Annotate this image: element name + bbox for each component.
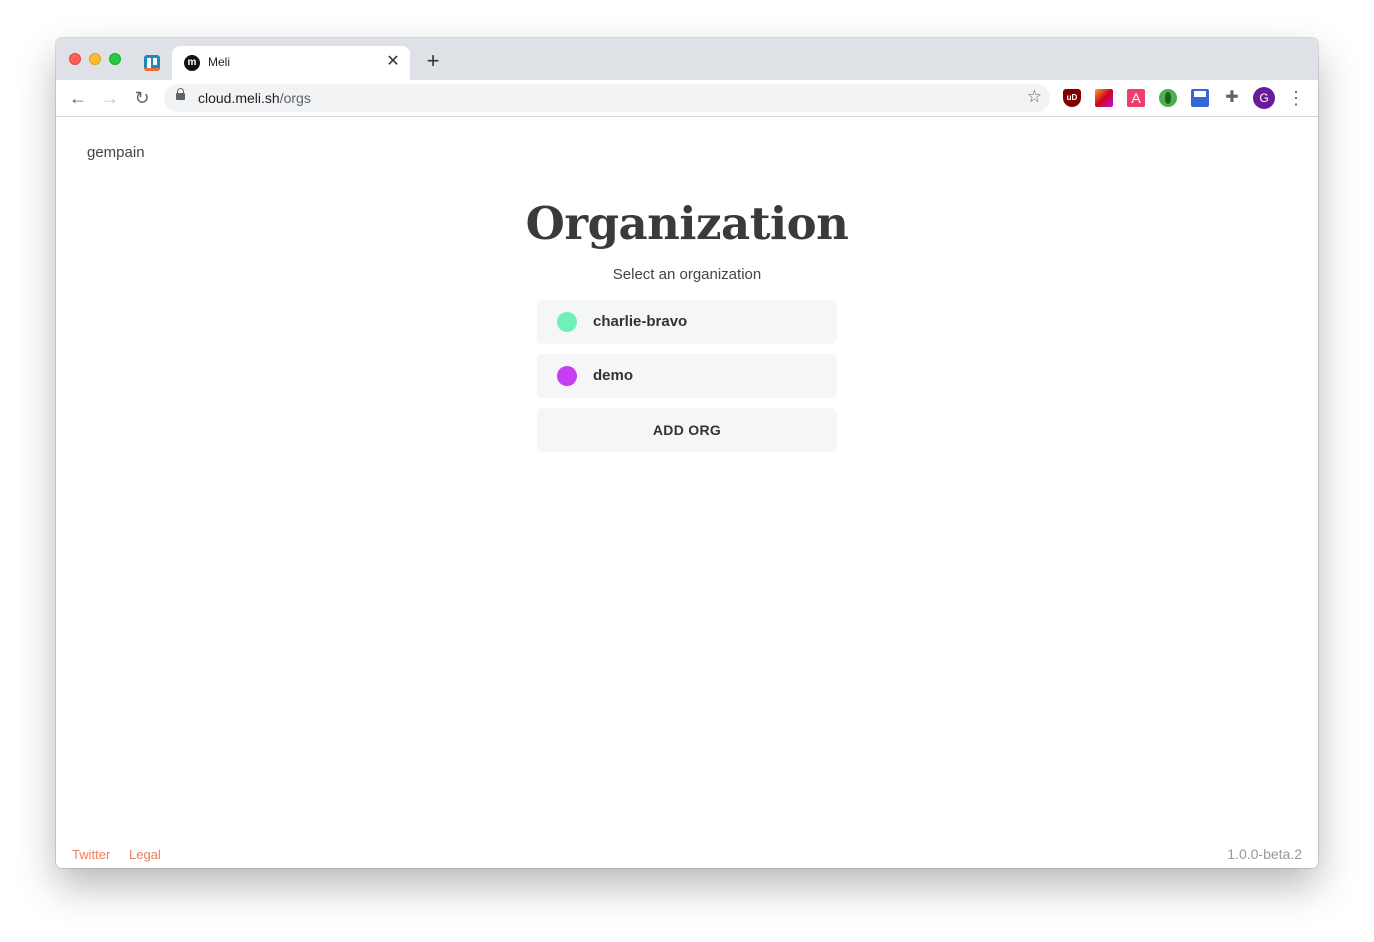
org-item-charlie-bravo[interactable]: charlie-bravo <box>537 300 837 344</box>
url-text[interactable]: cloud.meli.sh/orgs <box>198 90 311 106</box>
minimize-window-button[interactable] <box>89 53 101 65</box>
org-name: charlie-bravo <box>593 313 688 330</box>
pinned-tab-trello-icon[interactable] <box>144 55 160 71</box>
address-bar[interactable]: cloud.meli.sh/orgs ☆ <box>164 84 1050 112</box>
org-color-dot <box>557 312 577 332</box>
user-menu[interactable]: gempain <box>87 144 145 161</box>
meli-favicon-icon: m <box>184 55 200 71</box>
extensions-puzzle-icon[interactable]: ✚ <box>1223 89 1241 107</box>
leaf-extension-icon[interactable] <box>1159 89 1177 107</box>
org-list: charlie-bravo demo ADD ORG <box>537 300 837 452</box>
bookmark-star-icon[interactable]: ☆ <box>1027 87 1042 107</box>
forward-arrow-icon[interactable]: → <box>100 88 120 108</box>
ublock-extension-icon[interactable]: uD <box>1063 89 1081 107</box>
org-item-demo[interactable]: demo <box>537 354 837 398</box>
page-title: Organization <box>525 197 849 250</box>
org-name: demo <box>593 367 634 384</box>
page-content: gempain Organization Select an organizat… <box>56 117 1318 868</box>
add-org-button[interactable]: ADD ORG <box>537 408 837 452</box>
tab-title: Meli <box>208 55 231 69</box>
maximize-window-button[interactable] <box>109 53 121 65</box>
back-arrow-icon[interactable]: ← <box>68 88 88 108</box>
save-extension-icon[interactable] <box>1191 89 1209 107</box>
reload-icon[interactable]: ↻ <box>132 88 152 108</box>
close-window-button[interactable] <box>69 53 81 65</box>
footer-link-twitter[interactable]: Twitter <box>72 847 110 862</box>
profile-avatar[interactable]: G <box>1253 87 1275 109</box>
page-subtitle: Select an organization <box>612 266 762 283</box>
tab-close-icon[interactable]: ✕ <box>384 53 402 71</box>
lock-icon <box>176 88 185 100</box>
tab-strip: m Meli ✕ + <box>56 38 1318 80</box>
browser-toolbar: ← → ↻ cloud.meli.sh/orgs ☆ uD A ✚ G ⋮ <box>56 80 1318 117</box>
browser-menu-icon[interactable]: ⋮ <box>1286 88 1306 108</box>
a-extension-icon[interactable]: A <box>1127 89 1145 107</box>
new-tab-button[interactable]: + <box>422 50 444 72</box>
gradient-extension-icon[interactable] <box>1095 89 1113 107</box>
version-label: 1.0.0-beta.2 <box>1227 846 1302 862</box>
browser-window: m Meli ✕ + ← → ↻ cloud.meli.sh/orgs ☆ uD… <box>56 38 1318 868</box>
tab-meli[interactable]: m Meli ✕ <box>172 46 410 80</box>
footer-link-legal[interactable]: Legal <box>129 847 161 862</box>
org-color-dot <box>557 366 577 386</box>
